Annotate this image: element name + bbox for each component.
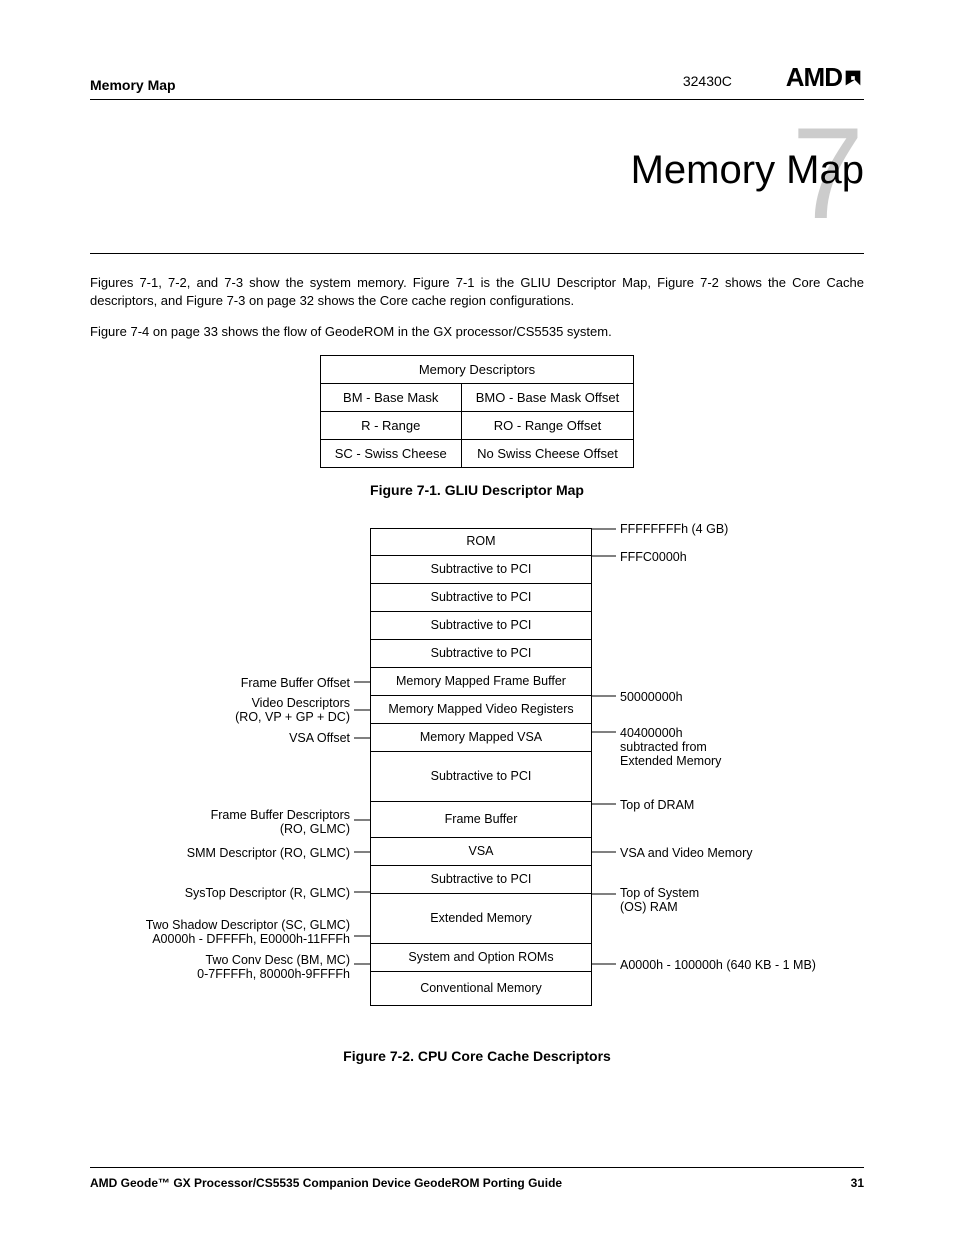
left-label: Video Descriptors(RO, VP + GP + DC) bbox=[90, 696, 350, 724]
left-label: Two Conv Desc (BM, MC)0-7FFFFh, 80000h-9… bbox=[90, 953, 350, 981]
mem-box: ROM bbox=[370, 528, 592, 556]
diagram-center-column: ROM Subtractive to PCI Subtractive to PC… bbox=[370, 528, 592, 1006]
page: Memory Map 32430C AMD 7 Memory Map Figur… bbox=[0, 0, 954, 1235]
mem-box: Conventional Memory bbox=[370, 972, 592, 1006]
page-footer: AMD Geode™ GX Processor/CS5535 Companion… bbox=[90, 1167, 864, 1190]
header-right-group: 32430C AMD bbox=[683, 62, 864, 93]
cell: R - Range bbox=[320, 411, 461, 439]
table-row: BM - Base Mask BMO - Base Mask Offset bbox=[320, 383, 634, 411]
table-row: SC - Swiss Cheese No Swiss Cheese Offset bbox=[320, 439, 634, 467]
right-label: 40400000h subtracted from Extended Memor… bbox=[620, 726, 721, 768]
mem-box: Subtractive to PCI bbox=[370, 584, 592, 612]
mem-box: System and Option ROMs bbox=[370, 944, 592, 972]
brand-logo: AMD bbox=[786, 62, 864, 92]
left-label: VSA Offset bbox=[90, 731, 350, 745]
memory-map-diagram: ROM Subtractive to PCI Subtractive to PC… bbox=[90, 528, 870, 1028]
left-label: SysTop Descriptor (R, GLMC) bbox=[90, 886, 350, 900]
cell: No Swiss Cheese Offset bbox=[461, 439, 634, 467]
chapter-heading: 7 Memory Map bbox=[90, 148, 864, 193]
footer-page-number: 31 bbox=[851, 1176, 864, 1190]
mem-box: Subtractive to PCI bbox=[370, 612, 592, 640]
cell: RO - Range Offset bbox=[461, 411, 634, 439]
left-label: Frame Buffer Offset bbox=[90, 676, 350, 690]
intro-paragraph-1: Figures 7-1, 7-2, and 7-3 show the syste… bbox=[90, 274, 864, 309]
memory-descriptors-table: Memory Descriptors BM - Base Mask BMO - … bbox=[320, 355, 635, 468]
footer-title: AMD Geode™ GX Processor/CS5535 Companion… bbox=[90, 1176, 562, 1190]
mem-box: Subtractive to PCI bbox=[370, 640, 592, 668]
right-label: FFFC0000h bbox=[620, 550, 687, 564]
page-header: Memory Map 32430C AMD bbox=[90, 62, 864, 100]
left-label: Two Shadow Descriptor (SC, GLMC)A0000h -… bbox=[90, 918, 350, 946]
intro-paragraph-2: Figure 7-4 on page 33 shows the flow of … bbox=[90, 323, 864, 341]
mem-box: Memory Mapped Video Registers bbox=[370, 696, 592, 724]
right-label: 50000000h bbox=[620, 690, 683, 704]
chapter-title-text: Memory Map bbox=[631, 148, 864, 192]
mem-box: Subtractive to PCI bbox=[370, 556, 592, 584]
mem-box: VSA bbox=[370, 838, 592, 866]
header-section-title: Memory Map bbox=[90, 77, 176, 93]
right-label: FFFFFFFFh (4 GB) bbox=[620, 522, 728, 536]
right-label: Top of DRAM bbox=[620, 798, 694, 812]
figure-7-2-caption: Figure 7-2. CPU Core Cache Descriptors bbox=[90, 1048, 864, 1064]
figure-7-1-caption: Figure 7-1. GLIU Descriptor Map bbox=[90, 482, 864, 498]
table-row: R - Range RO - Range Offset bbox=[320, 411, 634, 439]
divider bbox=[90, 253, 864, 254]
cell: SC - Swiss Cheese bbox=[320, 439, 461, 467]
mem-box: Subtractive to PCI bbox=[370, 752, 592, 802]
mem-box: Memory Mapped VSA bbox=[370, 724, 592, 752]
left-label: SMM Descriptor (RO, GLMC) bbox=[90, 846, 350, 860]
right-label: A0000h - 100000h (640 KB - 1 MB) bbox=[620, 958, 816, 972]
mem-box: Memory Mapped Frame Buffer bbox=[370, 668, 592, 696]
right-label: VSA and Video Memory bbox=[620, 846, 752, 860]
header-docnum: 32430C bbox=[683, 73, 732, 89]
mem-box: Extended Memory bbox=[370, 894, 592, 944]
mem-box: Frame Buffer bbox=[370, 802, 592, 838]
cell: BMO - Base Mask Offset bbox=[461, 383, 634, 411]
right-label: Top of System(OS) RAM bbox=[620, 886, 699, 914]
md-table-title: Memory Descriptors bbox=[320, 355, 634, 383]
cell: BM - Base Mask bbox=[320, 383, 461, 411]
mem-box: Subtractive to PCI bbox=[370, 866, 592, 894]
left-label: Frame Buffer Descriptors(RO, GLMC) bbox=[90, 808, 350, 836]
